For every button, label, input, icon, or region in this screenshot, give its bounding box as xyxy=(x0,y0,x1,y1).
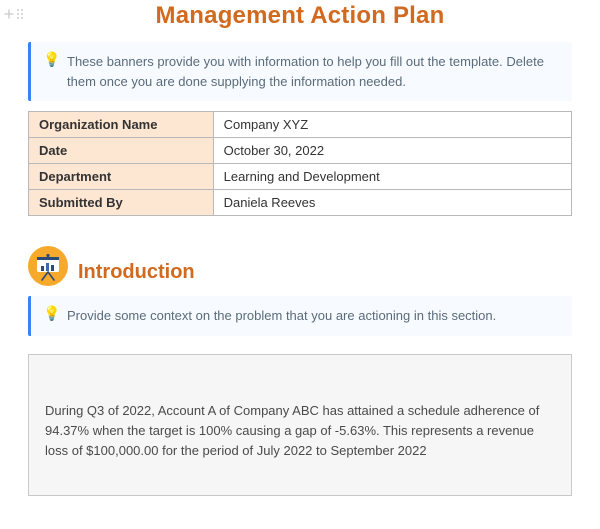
section-heading-introduction: Introduction xyxy=(28,246,572,286)
table-row: Department Learning and Development xyxy=(29,164,572,190)
presentation-icon xyxy=(28,246,68,286)
table-row: Organization Name Company XYZ xyxy=(29,112,572,138)
page-title: Management Action Plan xyxy=(28,2,572,30)
banner-text: These banners provide you with informati… xyxy=(67,54,544,89)
info-banner-top[interactable]: 💡 These banners provide you with informa… xyxy=(28,42,572,101)
info-value[interactable]: Daniela Reeves xyxy=(213,190,571,216)
block-gutter-controls[interactable] xyxy=(4,8,24,20)
section-title: Introduction xyxy=(78,261,195,284)
info-label[interactable]: Date xyxy=(29,138,214,164)
info-banner-intro[interactable]: 💡 Provide some context on the problem th… xyxy=(28,296,572,336)
info-value[interactable]: October 30, 2022 xyxy=(213,138,571,164)
info-value[interactable]: Company XYZ xyxy=(213,112,571,138)
info-label[interactable]: Submitted By xyxy=(29,190,214,216)
info-label[interactable]: Organization Name xyxy=(29,112,214,138)
drag-handle-icon[interactable] xyxy=(16,8,24,20)
table-row: Submitted By Daniela Reeves xyxy=(29,190,572,216)
table-row: Date October 30, 2022 xyxy=(29,138,572,164)
banner-text: Provide some context on the problem that… xyxy=(67,308,496,323)
info-value[interactable]: Learning and Development xyxy=(213,164,571,190)
info-label[interactable]: Department xyxy=(29,164,214,190)
info-table: Organization Name Company XYZ Date Octob… xyxy=(28,111,572,216)
context-paragraph-box[interactable]: During Q3 of 2022, Account A of Company … xyxy=(28,354,572,496)
context-text: During Q3 of 2022, Account A of Company … xyxy=(45,403,539,458)
lightbulb-icon: 💡 xyxy=(43,52,60,66)
plus-icon[interactable] xyxy=(4,9,14,19)
lightbulb-icon: 💡 xyxy=(43,306,60,320)
document-body: Management Action Plan 💡 These banners p… xyxy=(0,2,600,496)
